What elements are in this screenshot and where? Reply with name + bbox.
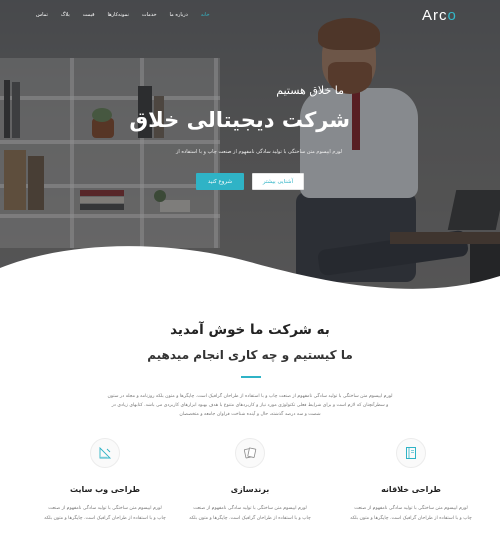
hero-headline: شرکت دیجیتالی خلاق xyxy=(129,108,350,132)
navbar: Arc o تماس بلاگ قیمت نمونه‌کارها خدمات در… xyxy=(0,0,500,32)
main-nav: تماس بلاگ قیمت نمونه‌کارها خدمات درباره … xyxy=(36,12,210,18)
logo[interactable]: Arc o xyxy=(422,7,457,24)
nav-link-services[interactable]: خدمات xyxy=(142,12,157,18)
logo-text-main: Arc xyxy=(422,7,448,24)
get-started-button[interactable]: شروع کنید xyxy=(196,173,244,190)
feature-title: طراحی خلاقانه xyxy=(381,485,441,494)
hero-eyebrow: ما خلاق هستیم xyxy=(276,84,344,97)
feature-body: لورم ایپسوم متن ساختگی با تولید سادگی نا… xyxy=(336,504,486,524)
feature-body: لورم ایپسوم متن ساختگی با تولید سادگی نا… xyxy=(175,504,325,524)
logo-text-accent: o xyxy=(447,7,457,24)
nav-link-contact[interactable]: تماس xyxy=(36,12,48,18)
welcome-body: لورم ایپسوم متن ساختگی با تولید سادگی نا… xyxy=(90,392,410,419)
feature-body-line: لورم ایپسوم متن ساختگی با تولید سادگی نا… xyxy=(354,506,468,511)
hero-lead: لورم ایپسوم متن ساختگی با تولید سادگی نا… xyxy=(176,149,342,155)
feature-body-line: لورم ایپسوم متن ساختگی با تولید سادگی نا… xyxy=(193,506,307,511)
feature-body-line: چاپ و با استفاده از طراحان گرافیک است. چ… xyxy=(189,516,311,521)
book-icon xyxy=(396,438,426,468)
nav-link-home[interactable]: خانه xyxy=(201,12,210,18)
welcome-body-line: لورم ایپسوم متن ساختگی با تولید سادگی نا… xyxy=(107,394,393,399)
nav-link-pricing[interactable]: قیمت xyxy=(83,12,95,18)
welcome-subtitle: ما کیستیم و چه کاری انجام میدهیم xyxy=(147,348,353,362)
welcome-body-line: شصت و سه درصد گذشته، حال و آینده شناخت ف… xyxy=(179,412,321,417)
nav-link-blog[interactable]: بلاگ xyxy=(61,12,70,18)
ruler-pen-icon xyxy=(90,438,120,468)
title-divider xyxy=(241,376,261,378)
feature-body-line: چاپ و با استفاده از طراحان گرافیک است. چ… xyxy=(350,516,472,521)
feature-title: برندسازی xyxy=(230,485,270,494)
hero-wave-divider xyxy=(0,246,500,300)
feature-title: طراحی وب سایت xyxy=(69,485,141,494)
nav-link-about[interactable]: درباره ما xyxy=(170,12,188,18)
cards-icon xyxy=(235,438,265,468)
feature-body-line: لورم ایپسوم متن ساختگی با تولید سادگی نا… xyxy=(48,506,162,511)
feature-body-line: چاپ و با استفاده از طراحان گرافیک است. چ… xyxy=(44,516,166,521)
feature-body: لورم ایپسوم متن ساختگی با تولید سادگی نا… xyxy=(30,504,180,524)
learn-more-button[interactable]: آشنایی بیشتر xyxy=(252,173,304,190)
nav-link-portfolio[interactable]: نمونه‌کارها xyxy=(107,12,128,18)
welcome-title: به شرکت ما خوش آمدید xyxy=(170,322,330,338)
welcome-body-line: و سطرآنچنان که لازم است و برای شرایط فعل… xyxy=(111,403,389,408)
